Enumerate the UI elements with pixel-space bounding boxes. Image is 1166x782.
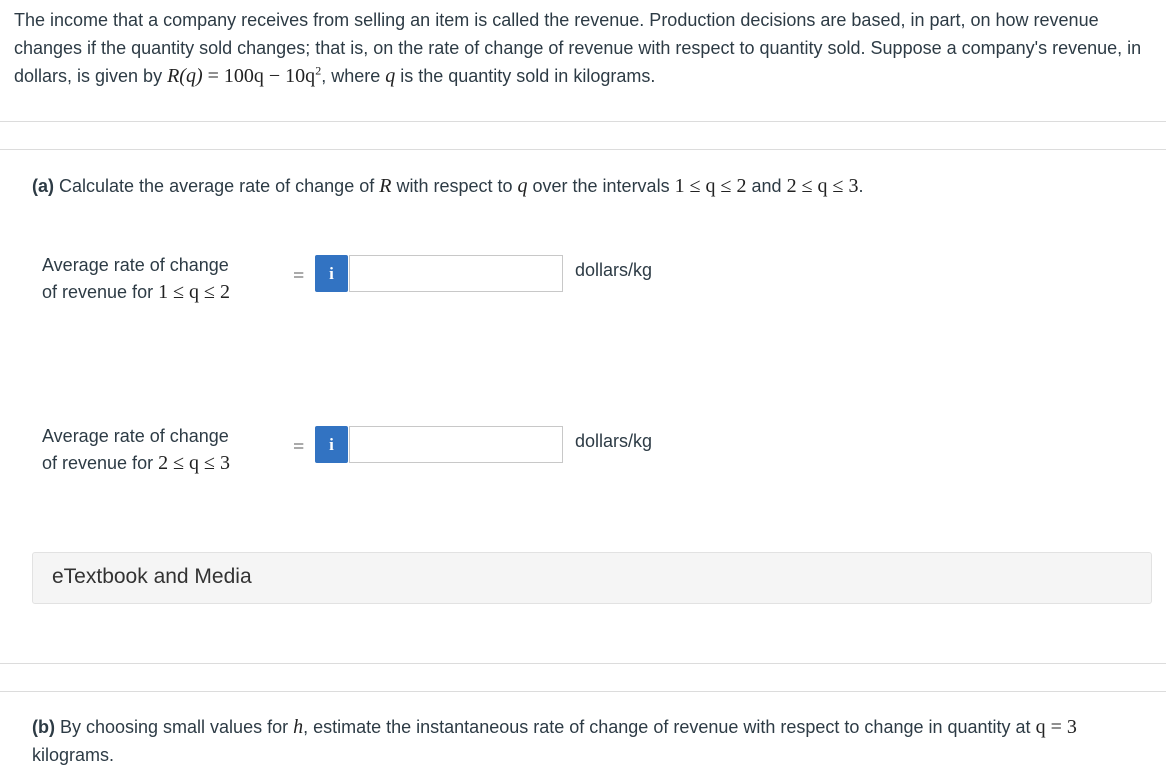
info-icon[interactable]: i [315,426,348,463]
divider [0,691,1166,692]
part-b-tag: (b) [32,717,55,737]
answer-input-1[interactable] [349,255,563,292]
part-b-text-3: kilograms. [32,745,115,765]
answer-row-2: Average rate of change of revenue for 2 … [42,423,742,483]
part-a-text-2: with respect to [391,176,518,196]
answer-row-1: Average rate of change of revenue for 1 … [42,252,742,312]
equals-sign: = [293,265,305,287]
etextbook-media-label: eTextbook and Media [52,565,252,588]
part-a-tag: (a) [32,176,54,196]
answer-input-2[interactable] [349,426,563,463]
equals-sign: = [293,436,305,458]
answer-interval: 1 ≤ q ≤ 2 [158,281,231,303]
part-a-interval-2: 2 ≤ q ≤ 3 [786,175,859,197]
part-a-var-r: R [379,175,392,197]
unit-label: dollars/kg [575,431,653,451]
etextbook-media-panel[interactable]: eTextbook and Media [32,552,1152,604]
divider [0,121,1166,122]
info-icon[interactable]: i [315,255,348,292]
answer-row-label: Average rate of change of revenue for 2 … [42,423,230,477]
formula-rhs: = 100q − 10q [207,65,316,87]
part-a-text-and: and [746,176,787,196]
part-b-condition: q = 3 [1035,716,1077,738]
part-a-var-q: q [517,175,528,197]
revenue-formula: R(q) = 100q − 10q2 [167,64,321,87]
intro-text-2: , where [321,66,386,86]
unit-label: dollars/kg [575,260,653,280]
part-b-prompt: (b) By choosing small values for h, esti… [32,713,1152,769]
part-b-text-2: , estimate the instantaneous rate of cha… [303,717,1036,737]
answer-label-line-1: Average rate of change [42,426,229,446]
part-a-interval-1: 1 ≤ q ≤ 2 [674,175,747,197]
divider [0,663,1166,664]
answer-label-line-2: of revenue for [42,282,159,302]
answer-label-line-1: Average rate of change [42,255,229,275]
answer-row-label: Average rate of change of revenue for 1 … [42,252,230,306]
intro-var-q: q [385,65,396,87]
divider [0,149,1166,150]
part-b-var-h: h [293,716,304,738]
intro-text-3: is the quantity sold in kilograms. [395,66,656,86]
problem-intro: The income that a company receives from … [14,6,1154,90]
part-a-text-end: . [858,176,864,196]
part-a-text-3: over the intervals [527,176,675,196]
answer-label-line-2: of revenue for [42,453,159,473]
answer-interval: 2 ≤ q ≤ 3 [158,452,231,474]
formula-lhs: R(q) [167,65,203,87]
part-a-text-1: Calculate the average rate of change of [54,176,380,196]
part-a-prompt: (a) Calculate the average rate of change… [32,172,864,200]
part-b-text-1: By choosing small values for [54,717,294,737]
